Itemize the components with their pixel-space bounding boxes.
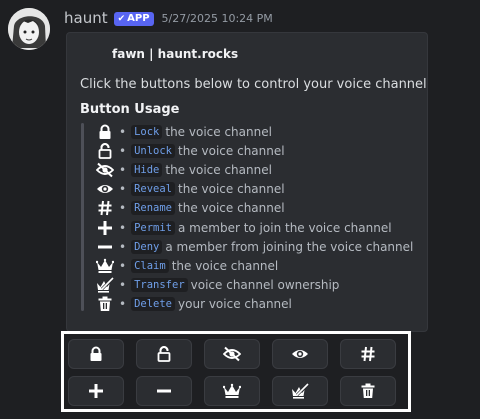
minus-icon [95, 238, 114, 255]
avatar-image [8, 8, 50, 50]
quote-bar [81, 123, 84, 311]
bullet: • [119, 143, 127, 158]
transfer-crown-icon [291, 383, 309, 399]
app-badge: ✔ APP [113, 11, 154, 26]
eye-icon [291, 346, 309, 362]
unlock-button[interactable] [136, 339, 192, 369]
command-name: Delete [131, 297, 176, 312]
usage-item-permit: • Permit a member to join the voice channe… [95, 218, 413, 237]
command-name: Hide [131, 162, 163, 177]
command-name: Rename [131, 201, 176, 216]
eye-button[interactable] [272, 339, 328, 369]
eye-slash-button[interactable] [204, 339, 260, 369]
username[interactable]: haunt [64, 9, 108, 27]
minus-button[interactable] [136, 376, 192, 406]
lock-icon [95, 123, 114, 140]
usage-item-claim: • Claim the voice channel [95, 256, 413, 275]
usage-item-delete: • Delete your voice channel [95, 295, 413, 314]
command-description: voice channel ownership [190, 278, 340, 293]
plus-icon [88, 383, 104, 399]
checkmark-icon: ✔ [117, 13, 126, 24]
command-description: the voice channel [178, 143, 285, 158]
timestamp: 5/27/2025 10:24 PM [161, 12, 273, 25]
hashtag-icon [95, 200, 114, 217]
eye-icon [95, 181, 114, 198]
bullet: • [119, 278, 127, 293]
usage-item-hide: • Hide the voice channel [95, 160, 413, 179]
command-description: the voice channel [165, 124, 272, 139]
transfer-crown-icon [95, 277, 114, 294]
crown-icon [223, 383, 241, 399]
bullet: • [119, 162, 127, 177]
command-name: Permit [131, 220, 176, 235]
usage-item-reveal: • Reveal the voice channel [95, 180, 413, 199]
avatar[interactable] [8, 8, 50, 50]
command-description: the voice channel [178, 182, 285, 197]
minus-icon [156, 383, 172, 399]
eye-slash-icon [223, 346, 241, 362]
bullet: • [119, 297, 127, 312]
usage-item-deny: • Deny a member from joining the voice cha… [95, 237, 413, 256]
lock-icon [88, 346, 104, 362]
app-badge-label: APP [127, 13, 150, 24]
bullet: • [119, 182, 127, 197]
bullet: • [119, 201, 127, 216]
trash-icon [95, 296, 114, 313]
usage-item-transfer: • Transfer voice channel ownership [95, 276, 413, 295]
transfer-crown-button[interactable] [272, 376, 328, 406]
command-name: Lock [131, 124, 163, 139]
bullet: • [119, 124, 127, 139]
trash-button[interactable] [340, 376, 396, 406]
command-description: the voice channel [178, 201, 285, 216]
command-name: Claim [131, 258, 169, 273]
unlock-icon [156, 346, 172, 362]
command-description: a member from joining the voice channel [165, 239, 414, 254]
unlock-icon [95, 142, 114, 159]
plus-button[interactable] [68, 376, 124, 406]
command-name: Transfer [131, 278, 188, 293]
usage-item-unlock: • Unlock the voice channel [95, 141, 413, 160]
command-name: Reveal [131, 182, 176, 197]
lock-button[interactable] [68, 339, 124, 369]
eye-slash-icon [95, 161, 114, 178]
button-panel [61, 331, 411, 412]
command-description: a member to join the voice channel [178, 220, 392, 235]
embed-description: Click the buttons below to control your … [80, 77, 427, 92]
embed: fawn | haunt.rocks Click the buttons bel… [66, 32, 428, 332]
hashtag-icon [360, 346, 376, 362]
crown-icon [95, 257, 114, 274]
bullet: • [119, 220, 127, 235]
trash-icon [360, 383, 376, 399]
embed-subtitle: Button Usage [80, 102, 180, 117]
message-header: haunt ✔ APP 5/27/2025 10:24 PM [64, 8, 273, 28]
command-description: the voice channel [165, 162, 272, 177]
embed-author: fawn | haunt.rocks [112, 47, 239, 61]
usage-list: • Lock the voice channel • Unlock the voice c… [95, 122, 413, 314]
usage-item-lock: • Lock the voice channel [95, 122, 413, 141]
command-name: Deny [131, 239, 163, 254]
hashtag-button[interactable] [340, 339, 396, 369]
command-description: the voice channel [171, 258, 279, 273]
plus-icon [95, 219, 114, 236]
command-name: Unlock [131, 143, 176, 158]
bullet: • [119, 239, 127, 254]
crown-button[interactable] [204, 376, 260, 406]
command-description: your voice channel [178, 297, 292, 312]
usage-item-rename: • Rename the voice channel [95, 199, 413, 218]
bullet: • [119, 258, 127, 273]
